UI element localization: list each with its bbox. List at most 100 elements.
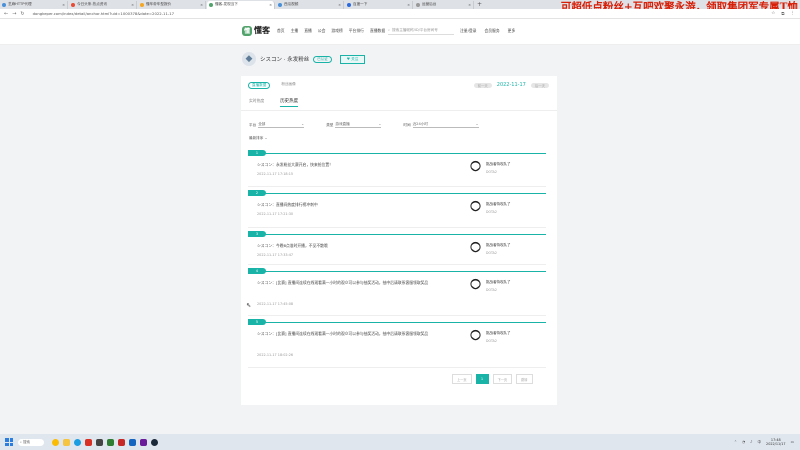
browser-tab[interactable]: 运营后台 × — [414, 0, 474, 9]
clock[interactable]: 17:48 2022/11/17 — [766, 438, 786, 446]
more-link[interactable]: 更多 — [508, 28, 516, 34]
list-item[interactable]: 5 シスコン：[比赛] 直播间连续在线观看满一小时的观众可以参与抽奖活动，抽中后… — [241, 319, 557, 370]
search-input[interactable]: ⌕ 搜索主播昵称/ID/平台房间号 — [388, 26, 454, 35]
nav-item[interactable]: 平台排行 — [349, 28, 364, 34]
item-number: 1 — [248, 150, 266, 156]
ime-indicator[interactable]: 中 — [757, 440, 761, 445]
follow-button[interactable]: ♥ 关注 — [339, 54, 366, 64]
taskbar-search[interactable]: ⌕ 搜索 — [18, 438, 44, 446]
tab-realtime[interactable]: 实时热度 — [249, 98, 264, 107]
prev-page-button[interactable]: 上一页 — [452, 374, 472, 384]
reload-icon[interactable]: ↻ — [20, 11, 24, 17]
close-icon[interactable]: × — [407, 3, 410, 7]
item-author[interactable]: 挑战者特攻队了 — [486, 243, 511, 248]
notification-icon[interactable]: ▭ — [791, 440, 794, 444]
close-icon[interactable]: × — [200, 3, 203, 7]
divider — [248, 227, 546, 228]
browser-tab[interactable]: 芝麻HTTP代理 × — [0, 0, 68, 9]
browser-tab[interactable]: 西瓜视频 × — [276, 0, 344, 9]
avatar — [470, 278, 481, 290]
edge-icon[interactable] — [74, 438, 81, 446]
type-select[interactable]: 游戏直播 ⌄ — [335, 122, 382, 128]
nav-item[interactable]: 主播 — [291, 28, 299, 34]
item-bar — [248, 234, 546, 235]
jump-page-button[interactable]: 跳转 — [516, 374, 533, 384]
item-bar — [248, 153, 546, 154]
browser-tab[interactable]: 懂车帝车型报价 × — [138, 0, 206, 9]
app-icon[interactable] — [118, 438, 125, 446]
next-day-button[interactable]: 后一天 — [530, 82, 549, 88]
nav-item[interactable]: 游戏榜 — [331, 28, 342, 34]
divider — [241, 110, 557, 111]
chrome-icon[interactable] — [52, 438, 59, 446]
windows-start-icon[interactable] — [5, 438, 13, 446]
new-tab-button[interactable]: + — [477, 1, 482, 8]
pagination: 上一页 1 下一页 跳转 — [452, 374, 533, 384]
network-icon[interactable]: ◔ — [742, 440, 745, 444]
sub-tabs: 实时热度 历史热度 — [249, 98, 299, 107]
nav-item[interactable]: 公会 — [318, 28, 326, 34]
url-field[interactable]: dongkeper.com/index/detail/anchor.html?u… — [33, 11, 175, 16]
search-icon: ⌕ — [388, 28, 391, 32]
item-time: 2022-11-17 17:33:47 — [257, 253, 294, 257]
close-icon[interactable]: × — [62, 3, 65, 7]
item-number: 5 — [248, 319, 266, 325]
extensions-icon[interactable]: ⧉ — [781, 11, 784, 17]
chevron-down-icon: ⌄ — [475, 122, 479, 126]
time-filter: 时间 近24小时 ⌄ — [403, 122, 479, 128]
item-author[interactable]: 挑战者特攻队了 — [486, 280, 511, 285]
browser-tab[interactable]: 今日头条-热点资讯 × — [69, 0, 137, 9]
favicon-icon — [416, 2, 420, 7]
list-item[interactable]: 4 シスコン：[比赛] 直播间连续在线观看满一小时的观众可以参与抽奖活动，抽中后… — [241, 268, 557, 319]
close-icon[interactable]: × — [131, 3, 134, 7]
sort-select[interactable]: 最新排序 ⌄ — [249, 136, 268, 141]
favicon-icon — [209, 2, 213, 7]
app-icon[interactable] — [140, 438, 147, 446]
menu-icon[interactable]: ⋮ — [791, 11, 796, 17]
browser-tab-active[interactable]: 懂客-发现当下 × — [207, 0, 275, 9]
tab-history[interactable]: 历史热度 — [280, 98, 299, 107]
tab-fan-profile[interactable]: 粉丝画像 — [281, 82, 295, 89]
app-icon[interactable] — [107, 438, 114, 446]
page-button-current[interactable]: 1 — [475, 374, 489, 384]
forward-icon[interactable]: → — [12, 11, 16, 17]
time-select[interactable]: 近24小时 ⌄ — [412, 122, 479, 128]
nav-item[interactable]: 直播数据 — [370, 28, 385, 34]
list-item[interactable]: 1 シスコン：永发粉丝大赛开启，快来抢位置！ 2022-11-17 17:18:… — [241, 150, 557, 187]
folder-icon[interactable] — [63, 438, 70, 446]
site-logo[interactable]: 懂 懂客 — [242, 25, 270, 36]
close-icon[interactable]: × — [338, 3, 341, 7]
pdf-icon[interactable] — [85, 438, 92, 446]
divider — [248, 367, 546, 368]
vip-link[interactable]: 会员服务 — [484, 28, 499, 34]
close-icon[interactable]: × — [468, 3, 471, 7]
avatar — [470, 241, 481, 253]
browser-tab[interactable]: 百度一下 × — [345, 0, 413, 9]
item-author[interactable]: 挑战者特攻队了 — [486, 162, 511, 167]
content-card: 直播数据 粉丝画像 前一天 2022-11-17 后一天 实时热度 历史热度 平… — [241, 76, 557, 405]
list-item[interactable]: 2 シスコン：直播间热度排行榜冲刺中 2022-11-17 17:21:30 挑… — [241, 190, 557, 227]
anchor-name: シスコン · 永发粉丝 — [260, 57, 310, 63]
current-date[interactable]: 2022-11-17 — [497, 82, 526, 88]
back-icon[interactable]: ← — [4, 11, 8, 17]
volume-icon[interactable]: ♪ — [750, 440, 752, 444]
app-icon[interactable] — [96, 438, 103, 446]
close-icon[interactable]: × — [269, 3, 272, 7]
chevron-up-icon[interactable]: ⌃ — [734, 440, 737, 444]
next-page-button[interactable]: 下一页 — [492, 374, 513, 384]
list-item[interactable]: 3 シスコン：今晚8点准时开播，不见不散哦 2022-11-17 17:33:4… — [241, 231, 557, 268]
favicon-icon — [347, 2, 351, 7]
platform-select[interactable]: 全部 ⌄ — [258, 122, 305, 128]
item-time: 2022-11-17 17:21:30 — [257, 212, 294, 216]
steam-icon[interactable] — [151, 438, 158, 446]
prev-day-button[interactable]: 前一天 — [473, 82, 492, 88]
login-link[interactable]: 注册/登录 — [460, 28, 476, 34]
star-icon[interactable]: ☆ — [771, 11, 775, 17]
nav-item[interactable]: 直播 — [304, 28, 312, 34]
item-author[interactable]: 挑战者特攻队了 — [486, 202, 511, 207]
nav-item[interactable]: 首页 — [277, 28, 285, 34]
tab-live-data[interactable]: 直播数据 — [248, 82, 271, 89]
chevron-down-icon: ⌄ — [378, 122, 382, 126]
app-icon[interactable] — [129, 438, 136, 446]
item-author[interactable]: 挑战者特攻队了 — [486, 331, 511, 336]
